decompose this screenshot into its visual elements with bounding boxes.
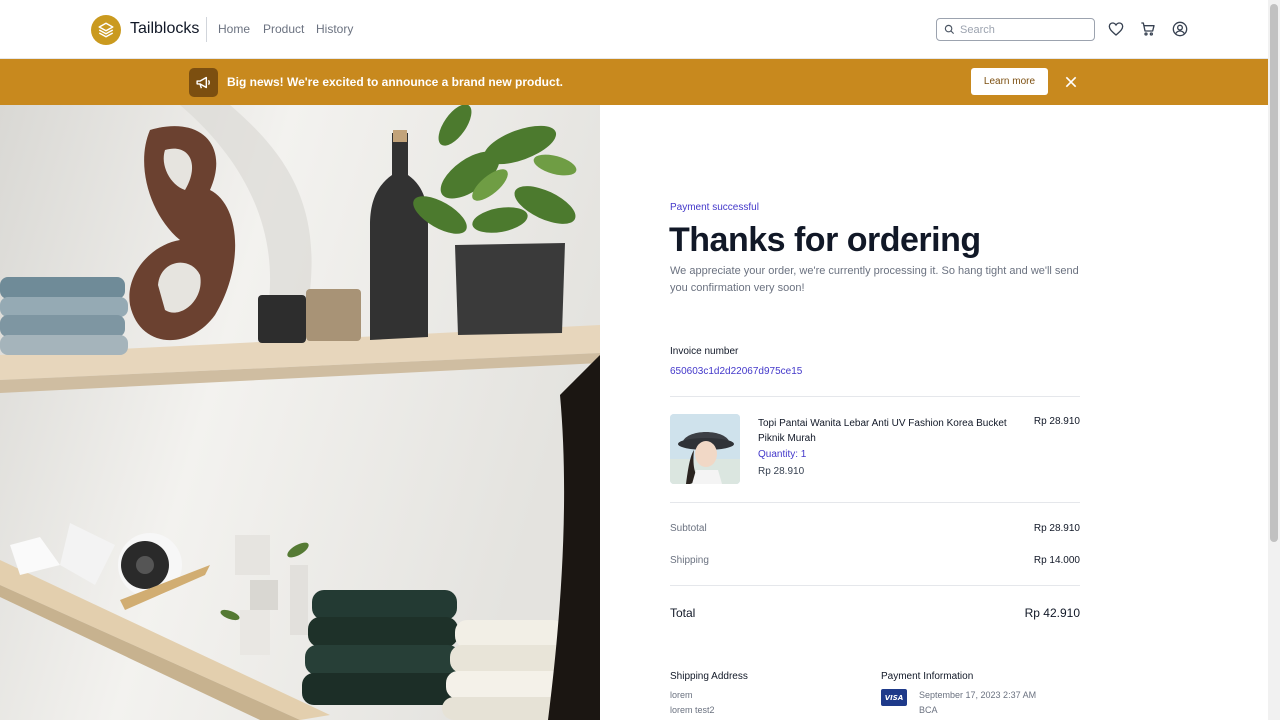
hero-image [0,105,600,720]
top-navbar: Tailblocks Home Product History [0,0,1268,59]
brand-name[interactable]: Tailblocks [130,20,199,38]
shipping-value: Rp 14.000 [1033,555,1080,566]
invoice-label: Invoice number [670,346,739,357]
search-input[interactable] [960,21,1088,38]
scrollbar-thumb[interactable] [1270,4,1278,542]
total-label: Total [670,606,696,620]
announcement-banner: Big news! We're excited to announce a br… [0,59,1268,105]
total-value: Rp 42.910 [1024,606,1080,620]
logo-icon[interactable] [91,15,121,45]
search-icon [944,24,955,35]
payment-info-label: Payment Information [881,671,974,682]
subtotal-label: Subtotal [670,523,707,534]
payment-bank: BCA [919,705,938,715]
product-thumbnail [670,414,740,484]
nav-link-home[interactable]: Home [218,22,250,36]
shipping-label: Shipping [670,555,709,566]
divider [670,502,1080,503]
product-price: Rp 28.910 [758,466,805,477]
header-divider [206,17,207,42]
cart-icon[interactable] [1140,21,1156,37]
page-title: Thanks for ordering [669,221,981,259]
line-total: Rp 28.910 [1033,416,1080,427]
divider [670,585,1080,586]
user-icon[interactable] [1172,21,1188,37]
nav-link-product[interactable]: Product [263,22,304,36]
payment-status: Payment successful [670,202,759,213]
order-description: We appreciate your order, we're currentl… [670,265,1079,294]
address-line-1: lorem [670,690,693,700]
learn-more-button[interactable]: Learn more [971,68,1048,95]
close-icon[interactable] [1063,74,1079,90]
product-name[interactable]: Topi Pantai Wanita Lebar Anti UV Fashion… [758,416,1023,446]
banner-message: Big news! We're excited to announce a br… [227,75,564,89]
visa-card-icon: VISA [881,689,907,706]
shipping-address-label: Shipping Address [670,671,748,682]
nav-link-history[interactable]: History [316,22,353,36]
heart-icon[interactable] [1108,21,1124,37]
search-box[interactable] [936,18,1095,41]
divider [670,396,1080,397]
product-quantity: Quantity: 1 [758,449,807,460]
subtotal-value: Rp 28.910 [1033,523,1080,534]
address-line-2: lorem test2 [670,705,715,715]
megaphone-icon [189,68,218,97]
page-scrollbar[interactable] [1268,0,1280,720]
payment-datetime: September 17, 2023 2:37 AM [919,690,1037,700]
invoice-number: 650603c1d2d22067d975ce15 [670,366,803,377]
